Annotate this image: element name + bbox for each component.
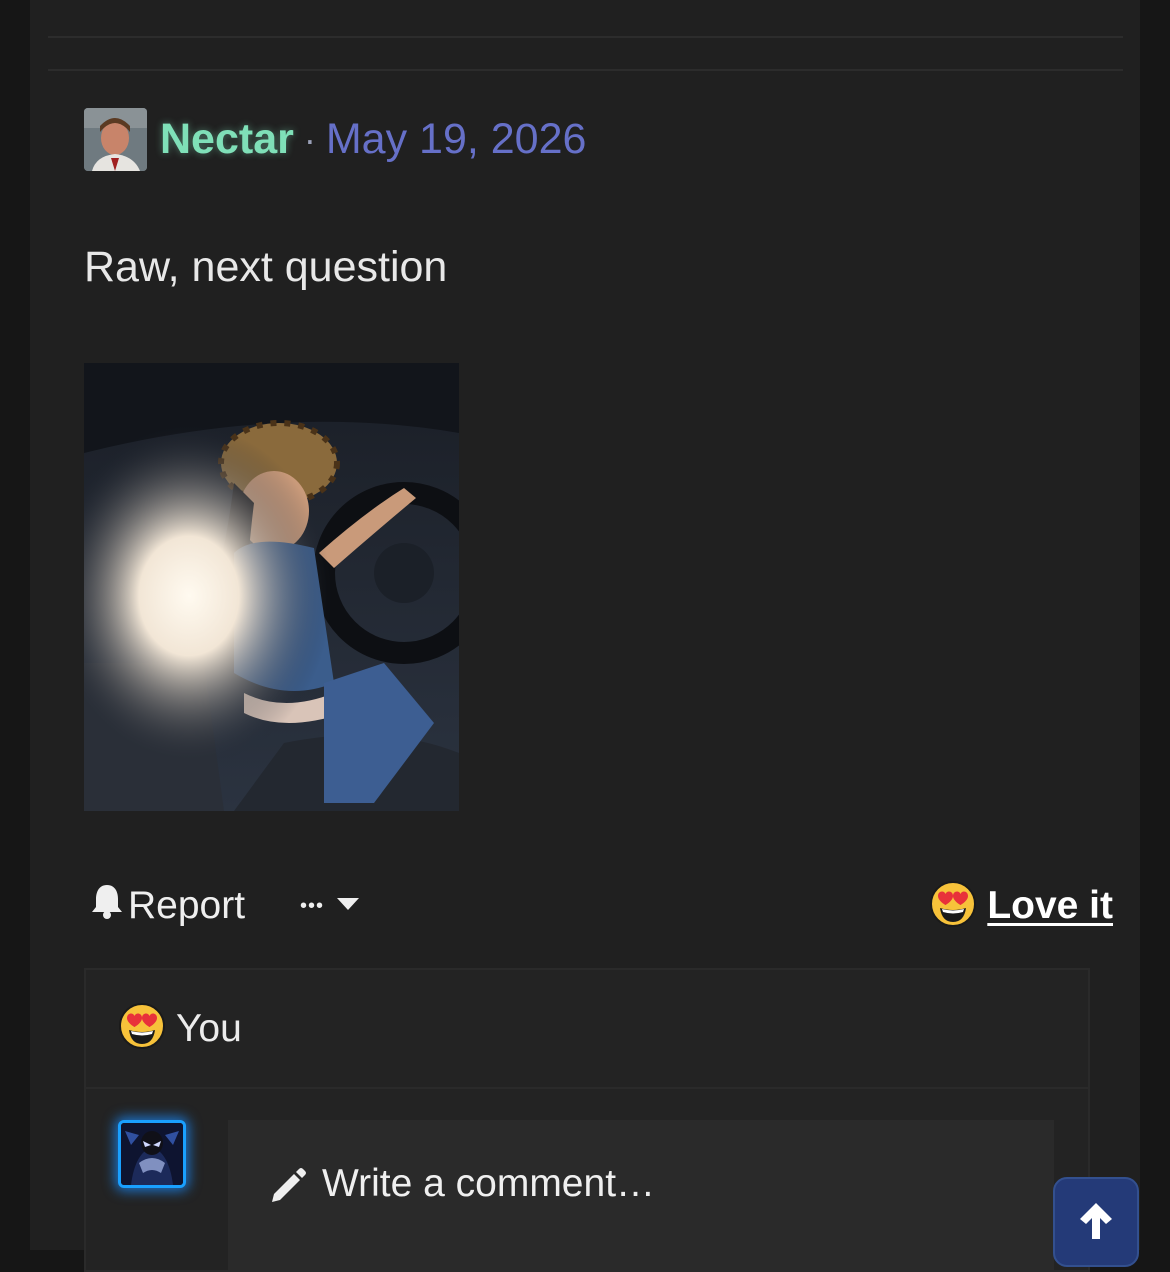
reacted-by-label: You	[176, 1006, 242, 1050]
ellipsis-icon: •••	[300, 894, 325, 917]
post-date[interactable]: May 19, 2026	[326, 115, 587, 164]
post-actions: Report ••• Love it	[90, 876, 1113, 936]
reactions-summary[interactable]: You	[86, 970, 1088, 1089]
current-user-avatar[interactable]	[118, 1120, 186, 1188]
caret-down-icon	[336, 897, 360, 916]
author-avatar[interactable]	[84, 108, 147, 171]
post-container: Nectar · May 19, 2026 Raw, next question	[30, 0, 1140, 1272]
heart-eyes-emoji-icon	[929, 880, 977, 933]
post-image[interactable]	[84, 363, 459, 811]
scroll-to-top-button[interactable]	[1053, 1177, 1139, 1267]
post-body: Raw, next question	[84, 243, 448, 291]
comment-input[interactable]: Write a comment…	[228, 1120, 1054, 1270]
reaction-button[interactable]: Love it	[929, 876, 1113, 936]
author-name[interactable]: Nectar	[160, 115, 294, 164]
separator: ·	[303, 118, 316, 160]
post-header: Nectar · May 19, 2026	[84, 108, 586, 171]
arrow-up-icon	[1078, 1201, 1114, 1265]
bell-icon	[90, 882, 128, 930]
heart-eyes-emoji-icon	[118, 1002, 166, 1055]
comment-placeholder: Write a comment…	[322, 1162, 656, 1205]
pencil-icon	[268, 1166, 308, 1211]
report-button[interactable]: Report	[90, 876, 245, 936]
reactions-panel: You Write a comment…	[84, 968, 1090, 1272]
report-label: Report	[128, 884, 246, 927]
divider	[48, 69, 1123, 71]
reaction-label: Love it	[987, 884, 1113, 927]
divider	[48, 36, 1123, 38]
more-options-button[interactable]: •••	[300, 876, 360, 936]
